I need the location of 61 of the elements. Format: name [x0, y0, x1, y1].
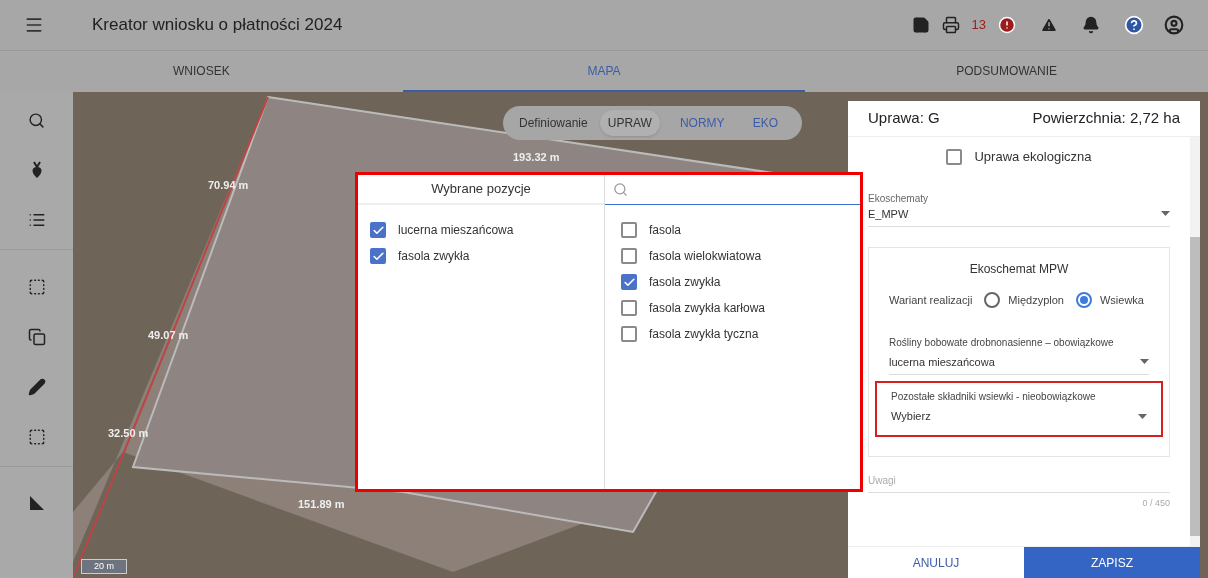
checkbox[interactable]: [370, 222, 386, 238]
checkbox[interactable]: [621, 326, 637, 342]
app-title: Kreator wniosku o płatności 2024: [92, 14, 344, 37]
notification-icon[interactable]: [1082, 16, 1100, 34]
ecoschemes-select[interactable]: Ekoschematy E_MPW: [868, 190, 1170, 227]
distance-label: 70.94 m: [208, 178, 249, 193]
crop-title: Uprawa: G: [868, 108, 940, 129]
caret-icon: [1140, 359, 1149, 365]
tab[interactable]: WNIOSEK: [0, 51, 403, 92]
distance-label: 193.32 m: [513, 150, 560, 165]
variant-label: Wariant realizacji: [889, 293, 973, 308]
pencil-icon[interactable]: [27, 378, 46, 396]
distance-label: 151.89 m: [298, 497, 345, 512]
search-icon[interactable]: [28, 112, 45, 129]
rectangle-select-icon[interactable]: [27, 428, 46, 446]
checkbox[interactable]: [621, 248, 637, 264]
radio-button[interactable]: [1076, 292, 1092, 309]
checkbox[interactable]: [621, 274, 637, 290]
picker-option[interactable]: fasola wielokwiatowa: [621, 247, 860, 265]
card-title: Ekoschemat MPW: [968, 261, 1070, 278]
picker-option[interactable]: fasola zwykła tyczna: [621, 325, 860, 343]
select-field[interactable]: Rośliny bobowate drobnonasienne – obowiązkowe lucerna mieszańcowa: [875, 334, 1163, 375]
notes-field[interactable]: Uwagi: [868, 473, 1170, 493]
caret-icon: [1138, 413, 1147, 419]
checkbox[interactable]: [946, 148, 963, 165]
tab[interactable]: PODSUMOWANIE: [805, 51, 1208, 92]
radio-button[interactable]: [984, 292, 1001, 309]
copy-icon[interactable]: [27, 328, 46, 346]
picker-option[interactable]: fasola zwykła karłowa: [621, 299, 860, 317]
picker-option[interactable]: fasola zwykła: [621, 273, 860, 291]
error-count: 13: [971, 16, 986, 35]
help-icon[interactable]: [1124, 15, 1144, 35]
radio-option[interactable]: Wsiewka: [1076, 292, 1144, 309]
save-icon[interactable]: [911, 16, 930, 34]
search-icon: [613, 182, 628, 197]
select-area-icon[interactable]: [27, 278, 46, 296]
caret-icon: [1161, 211, 1170, 217]
warning-icon[interactable]: [1040, 16, 1058, 34]
checkbox[interactable]: [370, 248, 386, 264]
area-label: Powierzchnia: 2,72 ha: [1032, 108, 1180, 129]
select-field[interactable]: Pozostałe składniki wsiewki - nieobowiązkowe Wybierz: [875, 381, 1163, 437]
distance-label: 49.07 m: [148, 328, 189, 343]
list-icon[interactable]: [27, 211, 46, 229]
error-icon[interactable]: [998, 16, 1016, 34]
mode-label: Definiowanie: [519, 115, 588, 132]
picker-item[interactable]: fasola zwykła: [370, 247, 604, 265]
save-button[interactable]: ZAPISZ: [1024, 547, 1200, 578]
picker-title: Wybrane pozycje: [358, 175, 604, 205]
radio-option[interactable]: Międzyplon: [984, 292, 1064, 309]
char-counter: 0 / 450: [1142, 497, 1170, 510]
distance-label: 32.50 m: [108, 426, 149, 441]
organic-checkbox-row[interactable]: Uprawa ekologiczna: [868, 147, 1170, 167]
picker-item[interactable]: lucerna mieszańcowa: [370, 221, 604, 239]
mode-button[interactable]: UPRAW: [599, 110, 660, 136]
checkbox[interactable]: [621, 300, 637, 316]
picker-option[interactable]: fasola: [621, 221, 860, 239]
print-icon[interactable]: [941, 16, 960, 34]
ruler-triangle-icon[interactable]: [28, 495, 45, 511]
menu-icon[interactable]: [24, 15, 44, 35]
checkbox[interactable]: [621, 222, 637, 238]
account-icon[interactable]: [1164, 15, 1184, 35]
